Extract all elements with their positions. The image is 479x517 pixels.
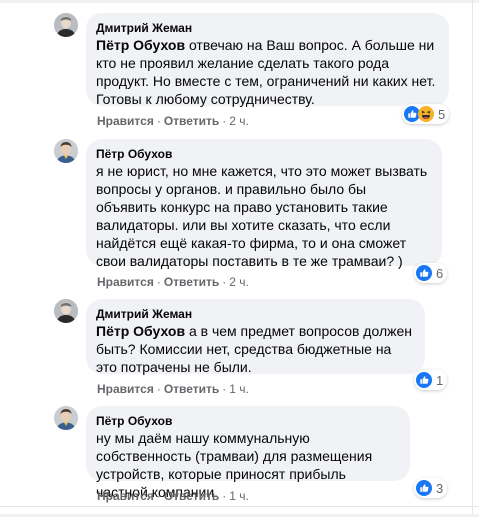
avatar-petr-icon (54, 406, 78, 430)
avatar[interactable] (54, 139, 78, 163)
separator: · (222, 382, 227, 396)
comment-timestamp[interactable]: 1 ч. (229, 489, 249, 503)
separator: · (222, 489, 227, 503)
avatar[interactable] (54, 406, 78, 430)
reply-button[interactable]: Ответить (164, 275, 219, 289)
reaction-count: 6 (436, 265, 444, 281)
separator: · (156, 275, 161, 289)
reaction-summary[interactable]: 1 (414, 370, 448, 390)
mention-link[interactable]: Пётр Обухов (96, 37, 185, 53)
top-divider (0, 0, 479, 3)
comment-timestamp[interactable]: 2 ч. (229, 275, 249, 289)
reaction-summary[interactable]: 6 (414, 263, 448, 283)
avatar-dmitry-icon (54, 299, 78, 323)
like-icon (416, 480, 432, 496)
comment-body: я не юрист, но мне кажется, что это може… (96, 163, 428, 269)
comment-timestamp[interactable]: 1 ч. (229, 382, 249, 396)
reply-button[interactable]: Ответить (164, 114, 219, 128)
comment-actions: Нравится · Ответить · 2 ч. (97, 274, 249, 290)
separator: · (156, 489, 161, 503)
reaction-summary[interactable]: 3 (414, 478, 448, 498)
reaction-summary[interactable]: 5 (402, 104, 450, 124)
reply-button[interactable]: Ответить (164, 489, 219, 503)
comment-timestamp[interactable]: 2 ч. (229, 114, 249, 128)
like-button[interactable]: Нравится (97, 275, 154, 289)
like-button[interactable]: Нравится (97, 489, 154, 503)
avatar-petr-icon (54, 139, 78, 163)
separator: · (156, 382, 161, 396)
comment-actions: Нравится · Ответить · 1 ч. (97, 488, 249, 504)
right-divider (472, 0, 473, 517)
like-icon (416, 265, 432, 281)
comment-author[interactable]: Дмитрий Жеман (96, 20, 437, 36)
comment-actions: Нравится · Ответить · 1 ч. (97, 381, 249, 397)
avatar-dmitry-icon (54, 13, 78, 37)
reaction-count: 5 (438, 106, 446, 122)
reaction-count: 1 (436, 372, 444, 388)
comment-author[interactable]: Пётр Обухов (96, 146, 430, 162)
haha-icon (418, 106, 434, 122)
comment-author[interactable]: Пётр Обухов (96, 413, 398, 429)
separator: · (222, 114, 227, 128)
bottom-divider (0, 506, 479, 507)
separator: · (156, 114, 161, 128)
comment-bubble: Дмитрий Жеман Пётр Обухов отвечаю на Ваш… (86, 13, 449, 108)
comment-bubble: Пётр Обухов ну мы даём нашу коммунальную… (86, 406, 410, 500)
mention-link[interactable]: Пётр Обухов (96, 323, 185, 339)
avatar[interactable] (54, 13, 78, 37)
like-button[interactable]: Нравится (97, 114, 154, 128)
like-icon (416, 372, 432, 388)
comment-author[interactable]: Дмитрий Жеман (96, 306, 413, 322)
reply-button[interactable]: Ответить (164, 382, 219, 396)
avatar[interactable] (54, 299, 78, 323)
comment-actions: Нравится · Ответить · 2 ч. (97, 113, 249, 129)
comment-text: Пётр Обухов отвечаю на Ваш вопрос. А бол… (96, 36, 437, 108)
comment-thread: Дмитрий Жеман Пётр Обухов отвечаю на Ваш… (0, 0, 479, 517)
like-button[interactable]: Нравится (97, 382, 154, 396)
comment-text: Пётр Обухов а в чем предмет вопросов дол… (96, 322, 413, 376)
comment-bubble: Дмитрий Жеман Пётр Обухов а в чем предме… (86, 299, 425, 376)
separator: · (222, 275, 227, 289)
comment-bubble: Пётр Обухов я не юрист, но мне кажется, … (86, 139, 442, 269)
reaction-count: 3 (436, 480, 444, 496)
